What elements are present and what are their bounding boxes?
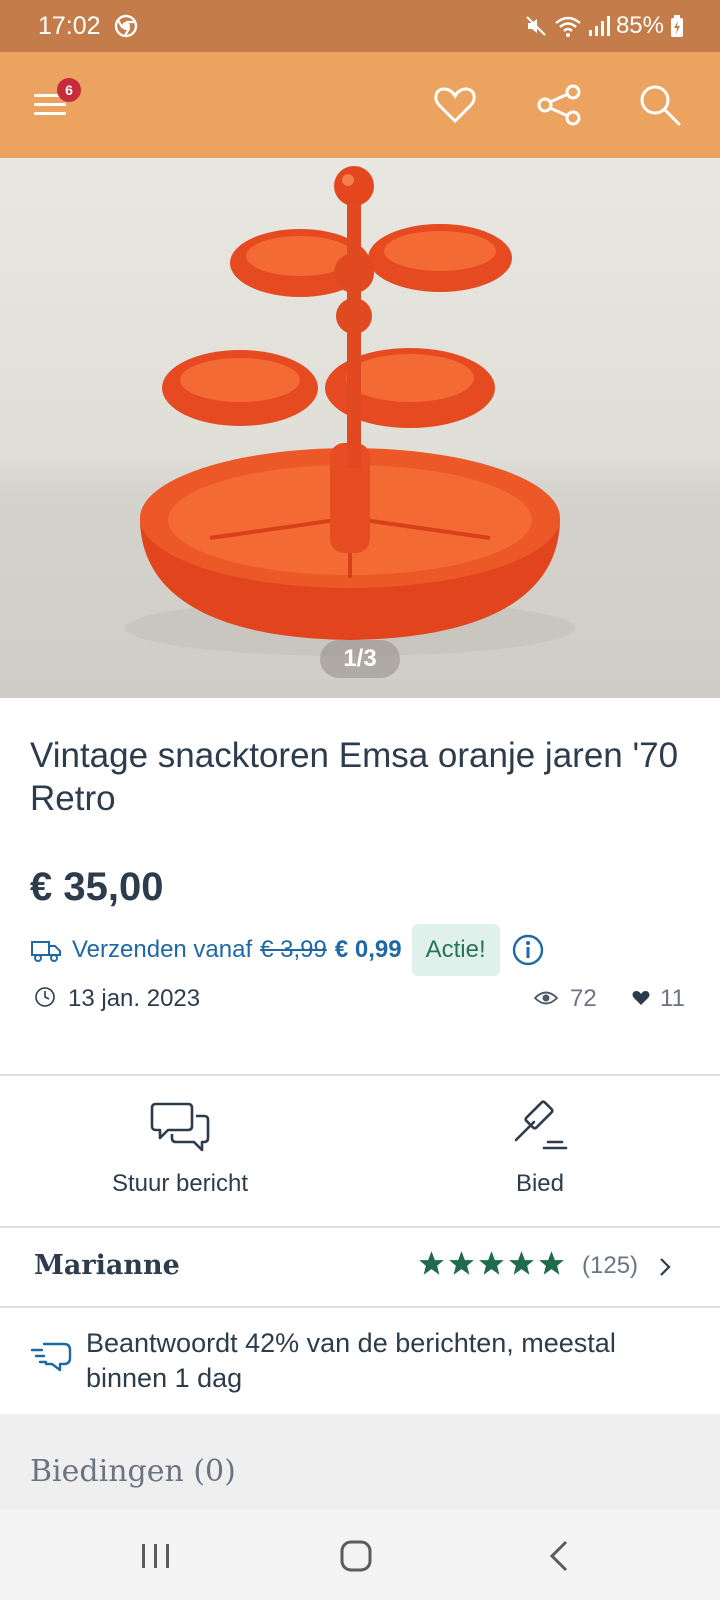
listing-meta: 13 jan. 2023 72 11 (30, 982, 690, 1018)
chrome-icon (114, 14, 138, 38)
clock-icon (35, 987, 55, 1007)
wifi-icon (555, 16, 581, 37)
share-button[interactable] (535, 80, 585, 130)
heart-icon (632, 991, 650, 1005)
search-button[interactable] (635, 80, 685, 130)
star-icon (539, 1251, 564, 1275)
status-bar: 17:02 85% (0, 0, 720, 52)
listing-title: Vintage snacktoren Emsa oranje jaren '70… (30, 736, 679, 818)
seller-name: Marianne (34, 1250, 180, 1281)
send-message-button[interactable]: Stuur bericht (0, 1076, 360, 1226)
mute-icon (526, 16, 546, 36)
bid-button[interactable]: Bied (360, 1076, 720, 1226)
battery-icon (671, 15, 683, 37)
shipping-new-price: € 0,99 (334, 936, 402, 963)
search-icon (640, 85, 681, 126)
star-icon (419, 1251, 444, 1275)
product-photo (125, 166, 575, 656)
app-bar: 6 (0, 52, 720, 158)
back-button[interactable] (540, 1538, 580, 1574)
response-rate-text: Beantwoordt 42% van de berichten, meesta… (86, 1328, 616, 1393)
share-icon (537, 84, 581, 126)
menu-button[interactable]: 6 (30, 78, 86, 130)
promo-badge: Actie! (411, 924, 500, 976)
shipping-old-price: € 3,99 (260, 936, 327, 963)
chat-bubbles-icon (150, 1102, 210, 1152)
gavel-icon (514, 1100, 568, 1150)
status-time: 17:02 (38, 12, 101, 40)
shipping-label: Verzenden vanaf (72, 936, 253, 963)
image-counter: 1/3 (320, 640, 400, 678)
offers-section: Biedingen (0) (0, 1414, 720, 1510)
back-icon (549, 1540, 568, 1572)
battery-percentage: 85% (615, 12, 664, 39)
send-message-label: Stuur bericht (111, 1170, 249, 1197)
listing-price: € 35,00 (30, 865, 164, 909)
star-icon (449, 1251, 474, 1275)
rating-count: (125) (582, 1252, 639, 1279)
view-count: 72 (570, 985, 597, 1012)
system-nav-bar (0, 1510, 720, 1600)
like-count: 11 (660, 985, 685, 1012)
signal-icon (588, 16, 610, 36)
home-button[interactable] (336, 1538, 376, 1574)
chevron-right-icon (660, 1258, 671, 1276)
product-image-carousel[interactable] (0, 158, 720, 698)
star-icon (509, 1251, 534, 1275)
eye-icon (534, 991, 558, 1005)
heart-outline-icon (434, 87, 476, 124)
rating-stars (418, 1250, 565, 1277)
info-icon[interactable] (512, 934, 544, 966)
shipping-info[interactable]: Verzenden vanaf € 3,99 € 0,99 Actie! (30, 924, 544, 976)
notification-badge: 6 (57, 78, 81, 102)
listing-date: 13 jan. 2023 (68, 985, 201, 1012)
star-icon (479, 1251, 504, 1275)
recent-apps-icon (142, 1544, 169, 1568)
delivery-truck-icon (31, 941, 61, 962)
status-indicators: 85% (524, 12, 684, 40)
response-info: Beantwoordt 42% van de berichten, meesta… (0, 1308, 720, 1412)
seller-row[interactable]: Marianne (125) (0, 1228, 720, 1306)
bid-label: Bied (515, 1170, 565, 1197)
fast-reply-icon (30, 1342, 72, 1372)
offers-heading: Biedingen (0) (30, 1454, 236, 1489)
home-icon (340, 1540, 372, 1572)
recent-apps-button[interactable] (136, 1538, 176, 1574)
favorite-button[interactable] (430, 80, 480, 130)
